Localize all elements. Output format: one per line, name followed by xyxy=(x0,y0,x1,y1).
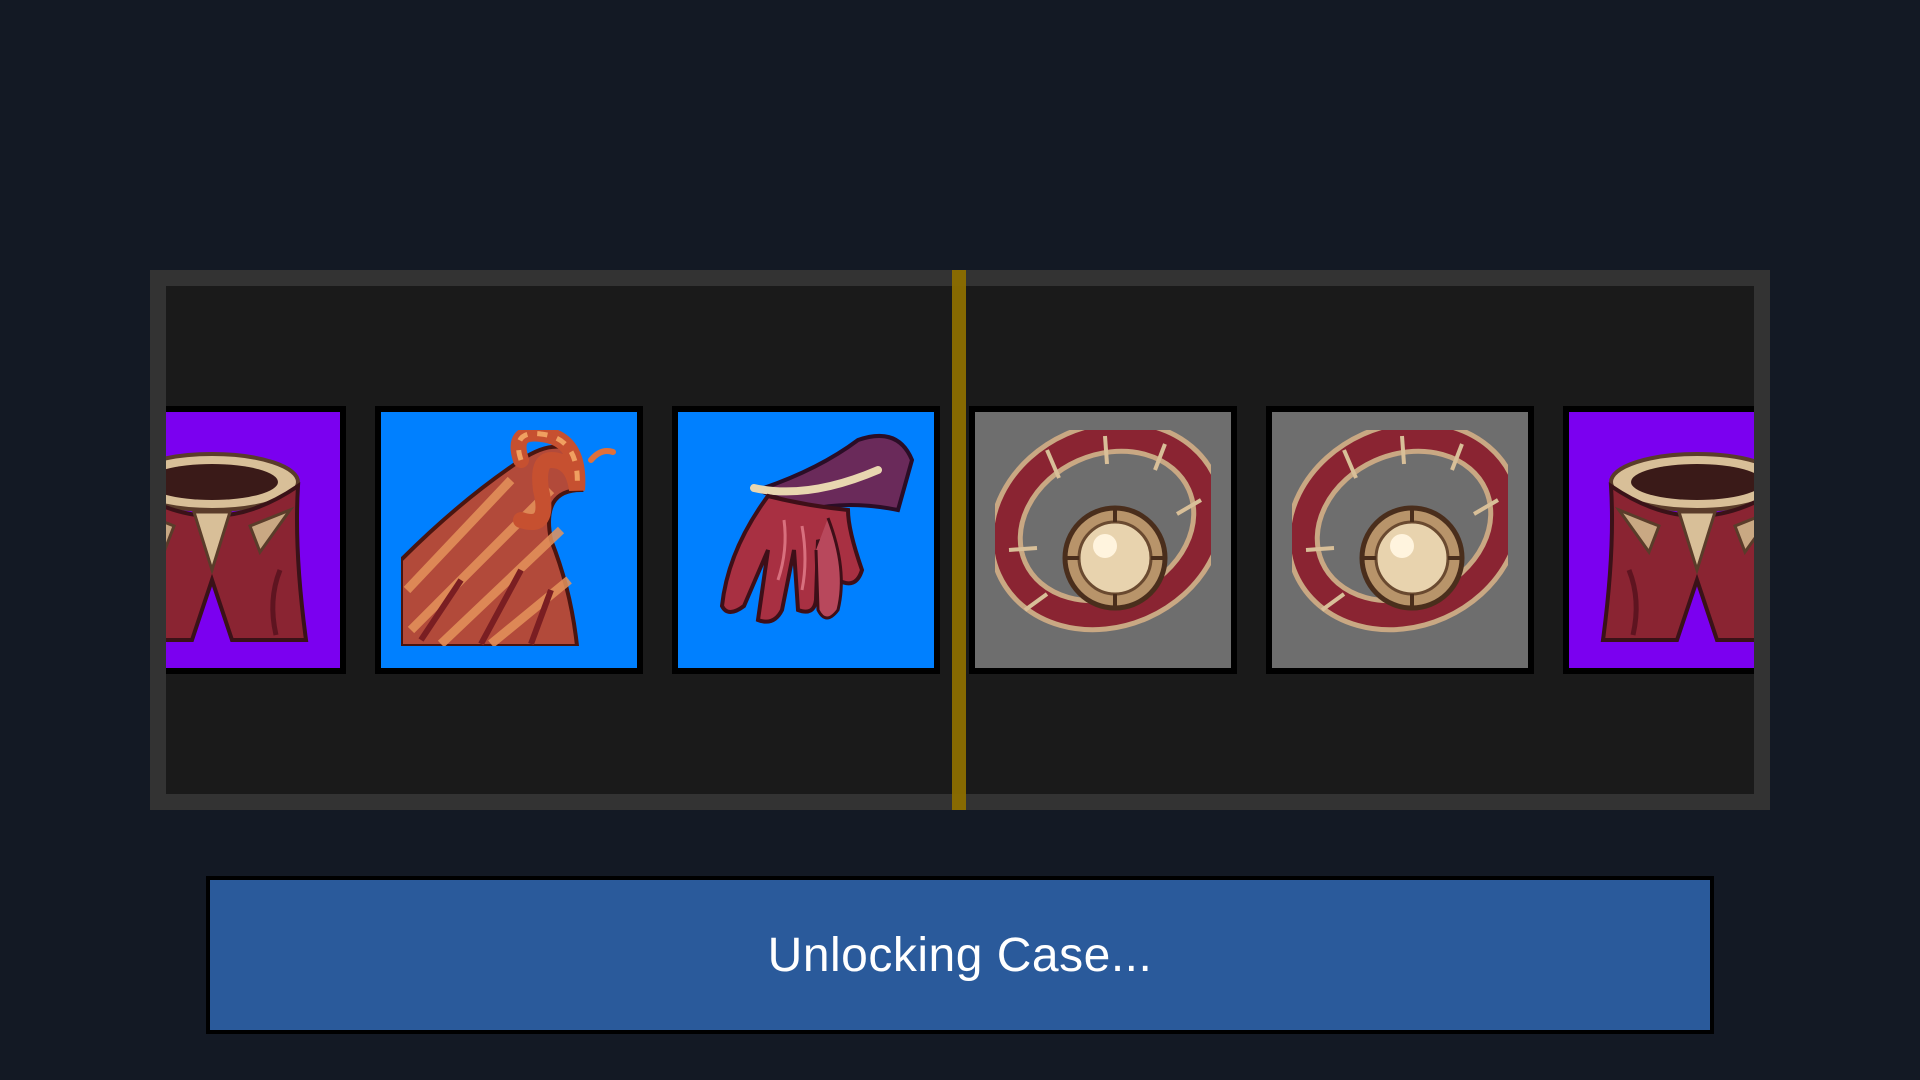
case-unlock-screen: Unlocking Case... xyxy=(0,0,1920,1080)
belt-icon xyxy=(995,430,1211,633)
belt-icon xyxy=(1292,430,1508,633)
reel-item-belt xyxy=(969,406,1237,674)
gloves-icon xyxy=(719,434,914,624)
pants-icon xyxy=(166,452,309,642)
reel-item-belt xyxy=(1266,406,1534,674)
reel-item-pants xyxy=(166,406,346,674)
cape-icon xyxy=(401,430,616,646)
unlock-status-text: Unlocking Case... xyxy=(767,928,1153,982)
reel-item-pants xyxy=(1563,406,1754,674)
winning-selector-line xyxy=(952,270,966,810)
reel-item-cape xyxy=(375,406,643,674)
unlock-status-bar: Unlocking Case... xyxy=(206,876,1714,1034)
reel-item-gloves xyxy=(672,406,940,674)
pants-icon xyxy=(1600,452,1754,642)
